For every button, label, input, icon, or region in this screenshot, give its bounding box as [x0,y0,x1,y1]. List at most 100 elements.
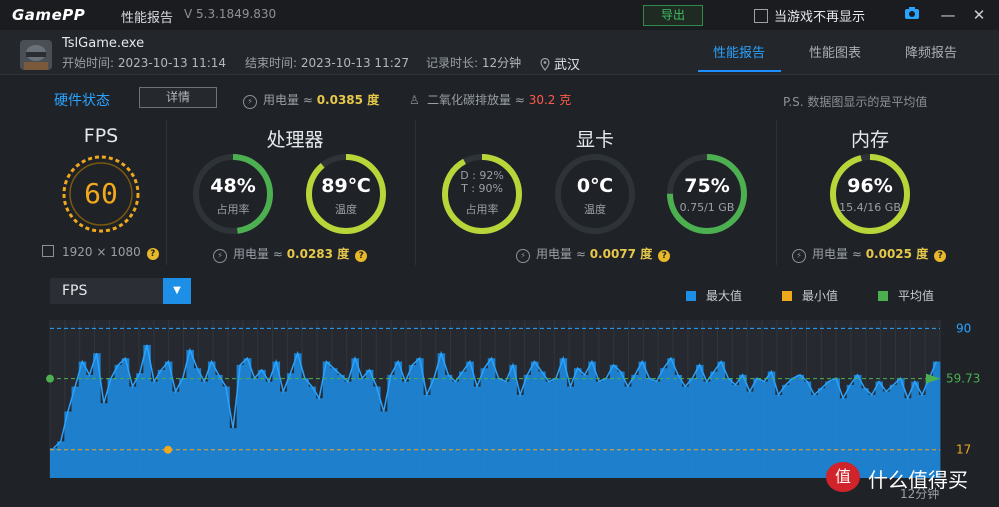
section-divider [166,120,167,265]
legend-max: 最大值 [686,287,742,304]
fps-bar [739,374,747,478]
power-icon: ⚡ [213,249,227,263]
co2-label: 二氧化碳排放量 ≈ [427,93,525,107]
fps-bar [337,374,345,478]
tab-performance-report[interactable]: 性能报告 [713,42,765,61]
section-divider [776,120,777,265]
fps-section-title: FPS [83,125,119,147]
camera-icon[interactable] [903,6,921,24]
start-time-value: 2023-10-13 11:14 [117,56,227,70]
monitor-icon [42,245,54,257]
fps-bar [609,364,618,478]
help-icon[interactable]: ? [146,248,159,260]
fps-bar [444,374,453,478]
gpu-usage-gauge: D : 92% T : 90% 占用率 [441,153,523,235]
gpu-power: ⚡ 用电量 ≈ 0.0077 度? [516,245,671,263]
fps-bar [782,384,790,478]
fps-bar [825,381,833,478]
fps-bar [631,374,639,478]
fps-bar [57,441,65,478]
fps-bar [710,371,718,478]
fps-bar [408,364,417,478]
gpu-vram-value: 75% [684,175,730,197]
metric-select[interactable]: FPS ▼ [50,278,191,304]
location: 武汉 [540,54,580,75]
fps-bar [179,378,187,478]
legend-label: 最小值 [802,289,839,303]
no-show-toggle[interactable]: 当游戏不再显示 [754,6,865,25]
fps-bar [85,374,94,478]
gpu-temp-value: 0℃ [576,175,614,197]
fps-bar [853,374,862,478]
watermark-text: 什么值得买 [868,468,968,492]
duration-label: 记录时长: [426,56,479,70]
version-label: V 5.3.1849.830 [184,7,277,21]
fps-bar [294,353,302,478]
cpu-power-value: 0.0283 度 [286,247,350,261]
fps-bar [344,381,352,478]
mem-power-label: 用电量 ≈ [812,247,862,261]
start-time: 开始时间: 2023-10-13 11:14 [62,54,226,71]
export-button[interactable]: 导出 [643,5,703,26]
help-icon[interactable]: ? [658,250,671,262]
fps-bar [451,381,460,478]
duration-value: 12分钟 [481,56,522,70]
fps-bar [430,378,438,478]
fps-bar [437,353,446,478]
fps-bar [121,358,130,478]
detail-button[interactable]: 详情 [139,87,217,108]
no-show-label: 当游戏不再显示 [774,10,866,25]
fps-bar [358,378,367,478]
fps-bar [803,381,812,478]
fps-bar [329,368,338,478]
gpu-usage-label: 占用率 [465,203,499,216]
fps-bar [487,358,496,478]
fps-bar [523,374,532,478]
title-bar: GamePP 性能报告 V 5.3.1849.830 导出 当游戏不再显示 — … [0,0,999,30]
cpu-usage-label: 占用率 [216,203,250,216]
close-icon[interactable]: ✕ [970,6,988,24]
hardware-status-title: 硬件状态 [54,93,110,109]
fps-value: 60 [84,177,118,210]
mem-usage-gauge: 96% 15.4/16 GB [829,153,911,235]
app-logo: GamePP [12,6,86,24]
fps-bar [667,358,675,478]
gpu-usage-d-t: D : 92% T : 90% [441,169,523,195]
fps-bar [602,378,611,478]
gpu-vram-gauge: 75% 0.75/1 GB [666,153,748,235]
fps-bar [128,386,137,478]
power-icon: ⚡ [792,249,806,263]
end-time-label: 结束时间: [245,56,298,70]
no-show-checkbox[interactable] [754,9,768,23]
help-icon[interactable]: ? [355,250,368,262]
chevron-down-icon[interactable]: ▼ [163,278,191,304]
fps-bar [545,381,553,478]
chart-note: P.S. 数据图显示的是平均值 [783,95,928,109]
tab-throttle-report[interactable]: 降频报告 [905,42,957,61]
watermark-logo: 值 [826,462,860,492]
location-value: 武汉 [554,58,581,73]
tab-performance-chart[interactable]: 性能图表 [809,42,861,61]
max-label: 90 [956,321,971,335]
process-name: TslGame.exe [62,36,145,51]
legend-min: 最小值 [782,287,838,304]
gpu-section-title: 显卡 [575,129,614,151]
mem-usage-label: 15.4/16 GB [839,201,901,214]
cpu-power-label: 用电量 ≈ [233,247,283,261]
fps-bar [50,448,58,478]
fps-bar [107,378,115,478]
co2-value: 30.2 克 [528,93,572,107]
fps-bar [674,374,683,478]
minimize-icon[interactable]: — [939,6,957,24]
legend-swatch [878,291,888,301]
fps-bar [215,374,223,478]
section-divider [415,120,416,265]
fps-bar [423,394,431,478]
fps-bar [652,381,661,478]
fps-bar [552,378,560,478]
avg-marker [46,374,54,383]
help-icon[interactable]: ? [934,250,947,262]
total-power-value: 0.0385 度 [316,93,380,107]
fps-bar [810,394,819,478]
legend-swatch [782,291,792,301]
